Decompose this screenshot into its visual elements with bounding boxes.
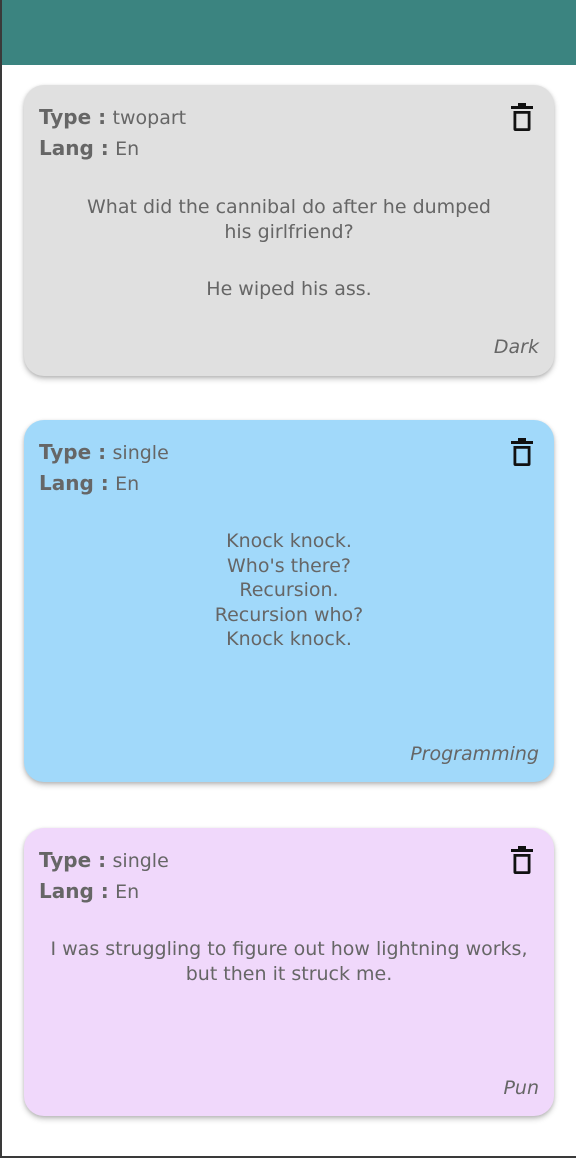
type-key: Type : [39, 440, 107, 464]
lang-key: Lang : [39, 136, 109, 160]
joke-type-row: Type : twopart [39, 105, 186, 130]
joke-type: single [112, 850, 169, 872]
type-key: Type : [39, 848, 107, 872]
lang-key: Lang : [39, 879, 109, 903]
trash-icon[interactable] [510, 103, 534, 131]
joke-lang-row: Lang : En [39, 879, 139, 904]
joke-category: Programming [410, 743, 539, 765]
type-key: Type : [39, 105, 107, 129]
joke-setup: What did the cannibal do after he dumped… [86, 196, 491, 243]
joke-text: I was struggling to figure out how light… [50, 938, 528, 985]
joke-type-row: Type : single [39, 440, 169, 465]
joke-category: Dark [493, 336, 539, 358]
joke-lang: En [115, 138, 140, 160]
app-bar [0, 0, 576, 65]
joke-card: Type : twopart Lang : En What did the ca… [24, 85, 554, 376]
joke-text: Knock knock. Who's there? Recursion. Rec… [214, 530, 364, 650]
trash-icon[interactable] [510, 846, 534, 874]
joke-lang-row: Lang : En [39, 136, 139, 161]
joke-type: single [112, 442, 169, 464]
joke-card: Type : single Lang : En I was struggling… [24, 828, 554, 1116]
joke-delivery: He wiped his ass. [206, 278, 372, 300]
joke-category: Pun [503, 1077, 539, 1099]
trash-icon[interactable] [510, 438, 534, 466]
joke-type-row: Type : single [39, 848, 169, 873]
joke-card: Type : single Lang : En Knock knock. Who… [24, 420, 554, 782]
lang-key: Lang : [39, 471, 109, 495]
joke-type: twopart [112, 107, 187, 129]
joke-lang: En [115, 881, 140, 903]
joke-lang: En [115, 473, 140, 495]
joke-lang-row: Lang : En [39, 471, 139, 496]
